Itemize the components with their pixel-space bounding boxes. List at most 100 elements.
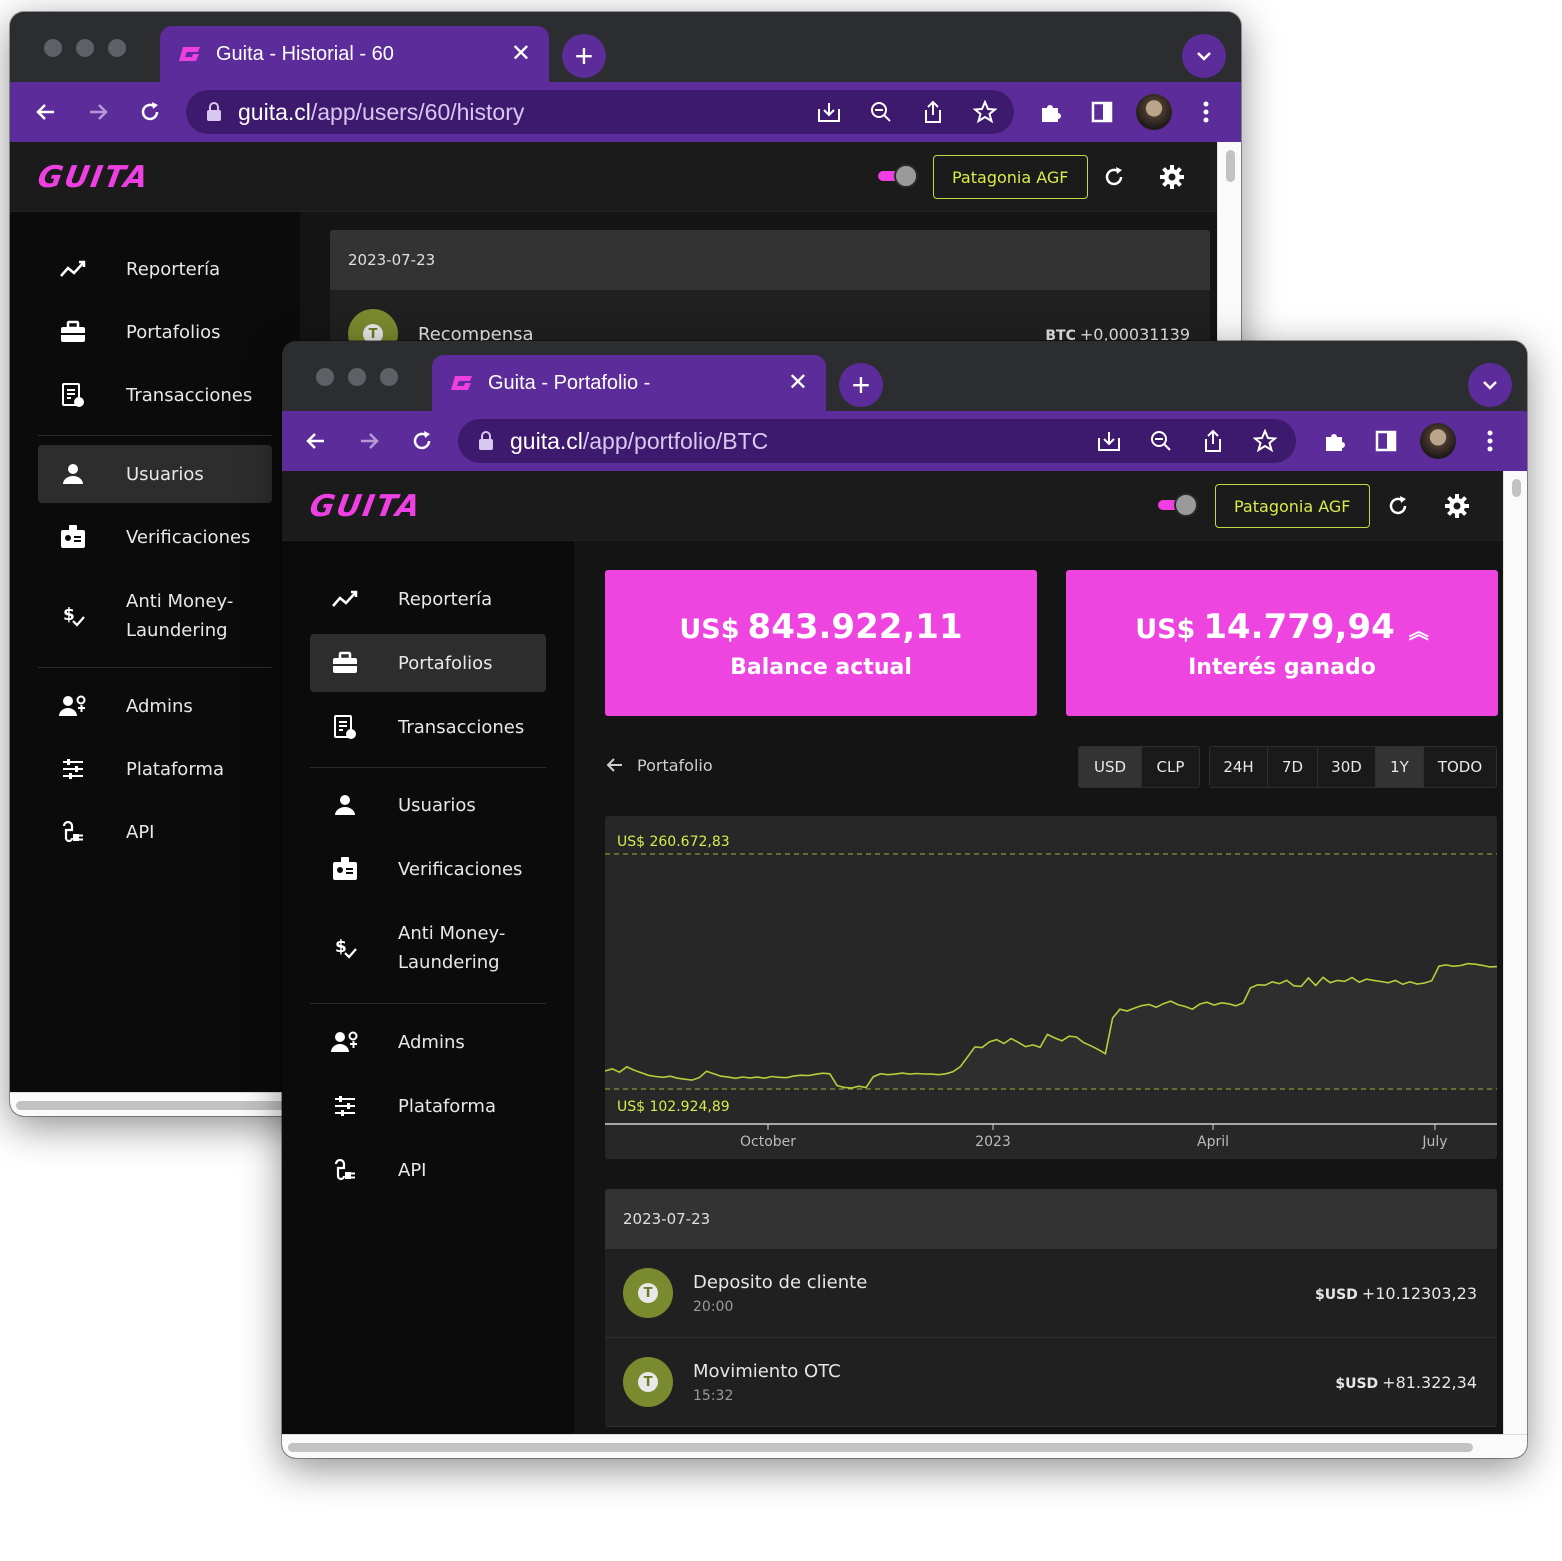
guita-favicon-icon xyxy=(179,47,200,61)
nav-usuarios[interactable]: Usuarios xyxy=(38,445,272,503)
organization-button[interactable]: Patagonia AGF xyxy=(1215,484,1370,528)
nav-api[interactable]: API xyxy=(310,1141,546,1199)
extensions-puzzle-icon[interactable] xyxy=(1316,421,1352,461)
nav-verificaciones[interactable]: Verificaciones xyxy=(310,840,546,898)
nav-portafolios[interactable]: Portafolios xyxy=(38,303,272,361)
app-header: GUITA Patagonia AGF xyxy=(282,471,1503,541)
nav-api[interactable]: API xyxy=(38,803,272,861)
organization-button[interactable]: Patagonia AGF xyxy=(933,155,1088,199)
zoom-icon[interactable] xyxy=(866,97,896,127)
nav-portafolios[interactable]: Portafolios xyxy=(310,634,546,692)
minimize-dot[interactable] xyxy=(348,368,366,386)
close-dot[interactable] xyxy=(316,368,334,386)
currency-option-usd[interactable]: USD xyxy=(1079,747,1142,787)
settings-gear-icon[interactable] xyxy=(1157,162,1187,192)
browser-menu-icon[interactable] xyxy=(1472,421,1508,461)
browser-tab[interactable]: Guita - Portafolio - ✕ xyxy=(432,355,826,411)
tab-search-button[interactable] xyxy=(1182,34,1226,78)
share-icon[interactable] xyxy=(918,97,948,127)
nav-label: Anti Money- Laundering xyxy=(398,923,506,973)
nav-reporteria[interactable]: Reportería xyxy=(38,240,272,298)
bookmark-star-icon[interactable] xyxy=(970,97,1000,127)
maximize-dot[interactable] xyxy=(380,368,398,386)
theme-toggle[interactable] xyxy=(878,164,918,188)
extensions-puzzle-icon[interactable] xyxy=(1032,92,1068,132)
new-tab-button[interactable]: + xyxy=(839,363,883,407)
history-row[interactable]: T Deposito de cliente 20:00 $USD +10.12303… xyxy=(605,1249,1497,1338)
tab-title: Guita - Portafolio - xyxy=(488,371,651,394)
window-controls[interactable] xyxy=(316,368,398,386)
nav-label: Reportería xyxy=(398,588,493,610)
install-app-icon[interactable] xyxy=(814,97,844,127)
browser-toolbar: guita.cl/app/portfolio/BTC xyxy=(282,411,1527,471)
nav-reporteria[interactable]: Reportería xyxy=(310,570,546,628)
balance-value: US$ 843.922,11 xyxy=(679,607,962,647)
range-option-1y[interactable]: 1Y xyxy=(1376,747,1424,787)
forward-arrow-icon[interactable] xyxy=(353,425,385,457)
install-app-icon[interactable] xyxy=(1094,426,1124,456)
nav-admins[interactable]: Admins xyxy=(38,677,272,735)
url-host: guita.cl xyxy=(238,98,311,125)
nav-transacciones[interactable]: Transacciones xyxy=(310,698,546,756)
range-option-30d[interactable]: 30D xyxy=(1318,747,1376,787)
guita-logo[interactable]: GUITA xyxy=(35,160,153,195)
user-icon xyxy=(58,459,88,489)
reload-icon[interactable] xyxy=(406,425,438,457)
back-arrow-icon[interactable] xyxy=(30,96,62,128)
profile-avatar[interactable] xyxy=(1420,423,1456,459)
window-controls[interactable] xyxy=(44,39,126,57)
amount-currency: $USD xyxy=(1314,1287,1358,1303)
browser-tab[interactable]: Guita - Historial - 60 ✕ xyxy=(160,26,549,82)
nav-usuarios[interactable]: Usuarios xyxy=(310,776,546,834)
tab-close-icon[interactable]: ✕ xyxy=(511,42,531,66)
forward-arrow-icon[interactable] xyxy=(82,96,114,128)
guita-logo[interactable]: GUITA xyxy=(307,489,425,524)
reload-icon[interactable] xyxy=(134,96,166,128)
nav-label: Transacciones xyxy=(126,384,253,406)
close-dot[interactable] xyxy=(44,39,62,57)
tab-search-button[interactable] xyxy=(1468,363,1512,407)
nav-plataforma[interactable]: Plataforma xyxy=(310,1077,546,1135)
nav-label: API xyxy=(398,1159,427,1181)
nav-transacciones[interactable]: Transacciones xyxy=(38,366,272,424)
back-to-portfolio-link[interactable]: Portafolio xyxy=(605,755,713,775)
share-icon[interactable] xyxy=(1198,426,1228,456)
tab-title: Guita - Historial - 60 xyxy=(216,42,394,65)
tab-close-icon[interactable]: ✕ xyxy=(788,371,808,395)
browser-menu-icon[interactable] xyxy=(1188,92,1224,132)
zoom-icon[interactable] xyxy=(1146,426,1176,456)
theme-toggle[interactable] xyxy=(1158,493,1198,517)
range-option-todo[interactable]: TODO xyxy=(1424,747,1496,787)
horizontal-scrollbar[interactable] xyxy=(282,1434,1527,1458)
chevron-down-icon xyxy=(1197,52,1211,61)
refresh-icon[interactable] xyxy=(1383,491,1413,521)
new-tab-button[interactable]: + xyxy=(562,34,606,78)
side-panel-icon[interactable] xyxy=(1368,421,1404,461)
history-row[interactable]: T Movimiento OTC 15:32 $USD +81.322,34 xyxy=(605,1338,1497,1427)
x-tick-label: 2023 xyxy=(975,1134,1011,1150)
nav-plataforma[interactable]: Plataforma xyxy=(38,740,272,798)
receipt-check-icon xyxy=(330,712,360,742)
sliders-icon xyxy=(330,1091,360,1121)
currency-selector: USD CLP xyxy=(1078,746,1200,788)
refresh-icon[interactable] xyxy=(1099,162,1129,192)
nav-divider xyxy=(310,767,546,768)
currency-option-clp[interactable]: CLP xyxy=(1142,747,1199,787)
nav-divider xyxy=(38,435,272,436)
nav-aml[interactable]: $ Anti Money- Laundering xyxy=(310,908,546,988)
nav-aml[interactable]: $ Anti Money- Laundering xyxy=(38,576,272,656)
nav-admins[interactable]: Admins xyxy=(310,1013,546,1071)
profile-avatar[interactable] xyxy=(1136,94,1172,130)
maximize-dot[interactable] xyxy=(108,39,126,57)
address-bar[interactable]: guita.cl/app/users/60/history xyxy=(186,90,1014,134)
range-option-7d[interactable]: 7D xyxy=(1268,747,1318,787)
side-panel-icon[interactable] xyxy=(1084,92,1120,132)
address-bar[interactable]: guita.cl/app/portfolio/BTC xyxy=(458,419,1296,463)
back-arrow-icon[interactable] xyxy=(300,425,332,457)
settings-gear-icon[interactable] xyxy=(1442,491,1472,521)
bookmark-star-icon[interactable] xyxy=(1250,426,1280,456)
range-option-24h[interactable]: 24H xyxy=(1210,747,1268,787)
vertical-scrollbar[interactable] xyxy=(1503,471,1527,1434)
minimize-dot[interactable] xyxy=(76,39,94,57)
nav-verificaciones[interactable]: Verificaciones xyxy=(38,508,272,566)
